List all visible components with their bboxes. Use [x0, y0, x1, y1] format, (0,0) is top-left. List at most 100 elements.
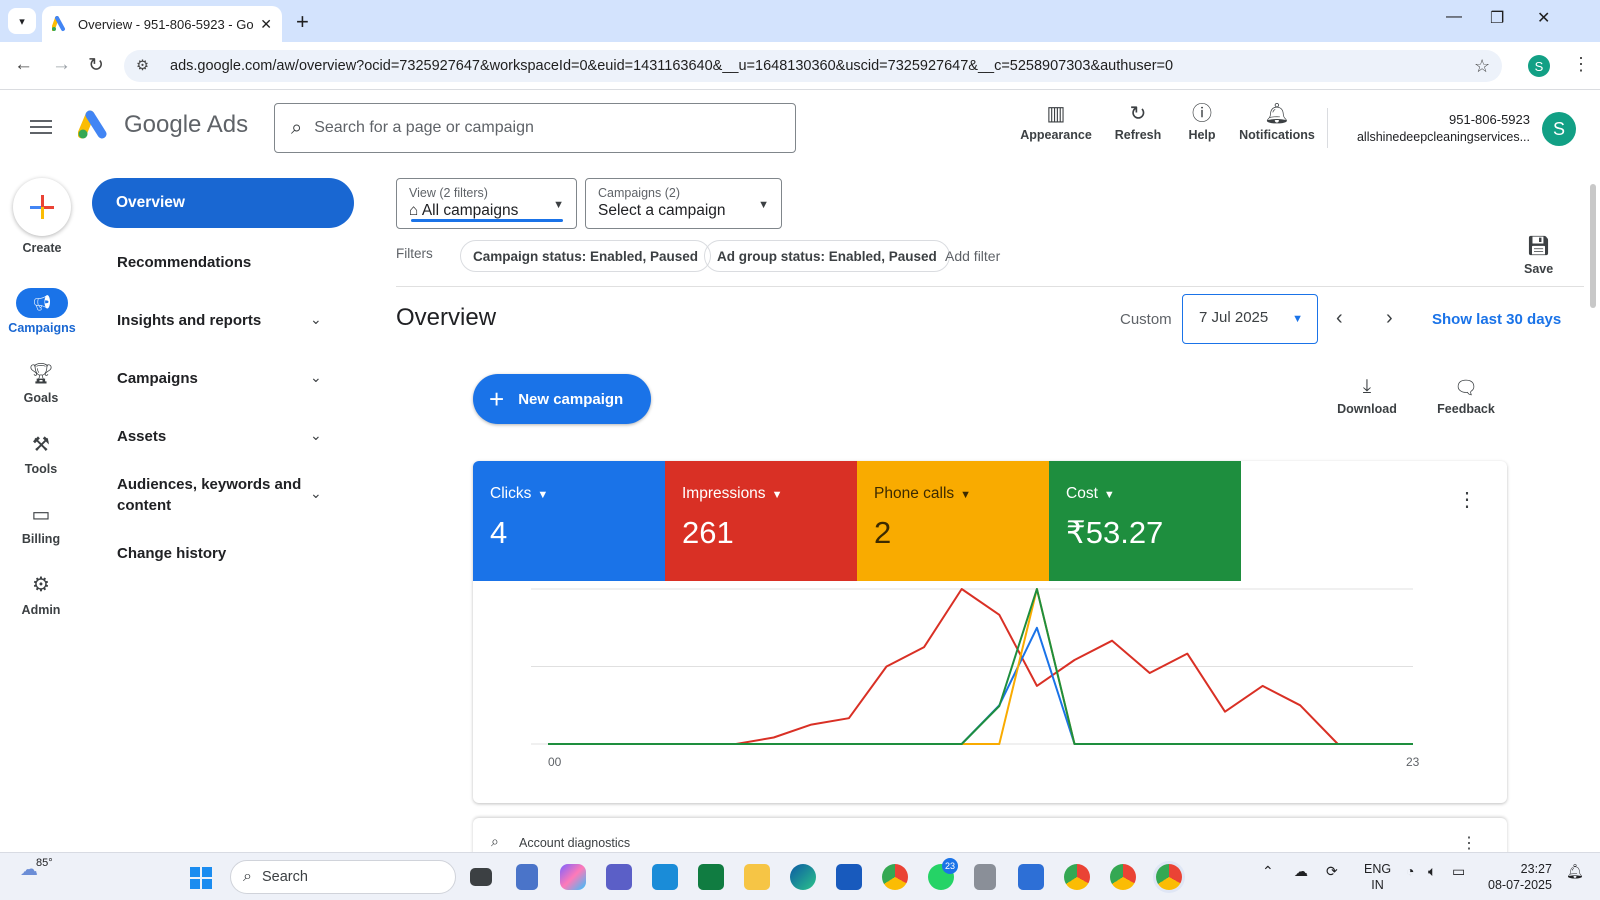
add-filter-button[interactable]: Add filter [945, 248, 1000, 264]
new-tab-button[interactable]: + [296, 9, 309, 35]
myhp-icon[interactable] [652, 864, 678, 890]
google-ads-logo[interactable]: Google Ads [78, 110, 248, 140]
notifications-button[interactable]: 🔔︎ Notifications [1234, 100, 1320, 142]
feedback-button[interactable]: 🗨︎ Feedback [1434, 376, 1498, 416]
hamburger-menu-icon[interactable] [30, 116, 52, 138]
store-icon[interactable] [1018, 864, 1044, 890]
plus-icon-v [41, 195, 44, 219]
save-button[interactable]: 💾︎ Save [1524, 234, 1553, 276]
chevron-down-icon[interactable]: ⌄ [310, 369, 322, 386]
campaigns-rail-button[interactable]: 📢︎ [16, 288, 68, 318]
chrome-icon[interactable] [882, 864, 908, 890]
appearance-button[interactable]: ▥ Appearance [1018, 100, 1094, 142]
reload-icon[interactable]: ↻ [88, 54, 104, 77]
address-bar[interactable]: ⚙ ads.google.com/aw/overview?ocid=732592… [124, 50, 1502, 82]
rail-campaigns-label[interactable]: Campaigns [2, 321, 82, 335]
chevron-down-icon[interactable]: ⌄ [310, 485, 322, 502]
onedrive-icon[interactable]: ☁ [1294, 863, 1308, 880]
gear-icon[interactable]: ⚙ [1, 572, 81, 597]
metric-tile-clicks[interactable]: Clicks ▼ 4 [473, 461, 665, 581]
site-info-icon[interactable]: ⚙ [136, 58, 154, 74]
nav-recommendations[interactable]: Recommendations [117, 252, 337, 273]
minimize-icon[interactable]: — [1446, 8, 1462, 26]
browser-tab-active[interactable]: Overview - 951-806-5923 - Goo ✕ [42, 6, 282, 42]
download-button[interactable]: ⤓ Download [1336, 376, 1398, 416]
restore-icon[interactable]: ❐ [1490, 8, 1504, 28]
copilot-icon[interactable] [560, 864, 586, 890]
browser-menu-icon[interactable]: ⋮ [1572, 54, 1590, 75]
search-input[interactable]: ⌕ Search for a page or campaign [274, 103, 796, 153]
nav-change-history[interactable]: Change history [117, 543, 337, 564]
close-window-icon[interactable]: ✕ [1537, 8, 1550, 28]
notepad-icon[interactable] [516, 864, 538, 890]
refresh-button[interactable]: ↻ Refresh [1110, 100, 1166, 142]
tab-search-button[interactable]: ▾ [8, 8, 36, 34]
next-date-icon[interactable]: › [1386, 307, 1393, 330]
nav-overview[interactable]: Overview [92, 178, 354, 228]
appearance-label: Appearance [1020, 128, 1092, 142]
volume-icon[interactable]: 🔈︎ [1428, 863, 1436, 880]
chevron-down-icon[interactable]: ⌄ [310, 427, 322, 444]
tab-close-icon[interactable]: ✕ [260, 16, 272, 33]
filter-chip-adgroup-status[interactable]: Ad group status: Enabled, Paused [704, 240, 950, 272]
file-explorer-icon[interactable] [744, 864, 770, 890]
notification-center-icon[interactable]: 🔔︎ [1566, 863, 1584, 880]
clock-time: 23:27 [1520, 862, 1552, 876]
chrome-profile-e-icon[interactable] [1110, 864, 1136, 890]
bookmark-star-icon[interactable]: ☆ [1474, 56, 1502, 77]
show-hidden-icons-icon[interactable]: ⌃ [1262, 863, 1274, 880]
rail-tools-label[interactable]: Tools [1, 462, 81, 476]
billing-card-icon[interactable]: ▭ [1, 502, 81, 527]
browser-profile-avatar[interactable]: S [1528, 55, 1550, 77]
language-indicator[interactable]: ENG IN [1364, 861, 1391, 893]
rail-billing-label[interactable]: Billing [1, 532, 81, 546]
page-scrollbar[interactable] [1588, 172, 1598, 852]
back-icon[interactable]: ← [14, 54, 33, 76]
edge-icon[interactable] [790, 864, 816, 890]
nav-assets[interactable]: Assets [117, 426, 337, 447]
rail-goals-label[interactable]: Goals [1, 391, 81, 405]
battery-icon[interactable]: ▭ [1452, 863, 1465, 880]
chrome-profile-icon[interactable] [1064, 864, 1090, 890]
save-label: Save [1524, 262, 1554, 276]
prev-date-icon[interactable]: ‹ [1336, 307, 1343, 330]
metric-tile-phone-calls[interactable]: Phone calls ▼ 2 [857, 461, 1049, 581]
create-button[interactable] [13, 178, 71, 236]
scrollbar-thumb[interactable] [1590, 184, 1596, 308]
user-avatar[interactable]: S [1542, 112, 1576, 146]
diagnostics-more-icon[interactable]: ⋮ [1461, 833, 1477, 853]
nav-campaigns[interactable]: Campaigns [117, 368, 337, 389]
word-icon[interactable] [836, 864, 862, 890]
windows-start-icon[interactable] [190, 867, 212, 889]
view-dropdown[interactable]: View (2 filters) ⌂ All campaigns ▼ [396, 178, 577, 229]
metric-tile-impressions[interactable]: Impressions ▼ 261 [665, 461, 857, 581]
trophy-icon[interactable]: 🏆︎ [1, 361, 81, 386]
nav-insights-reports[interactable]: Insights and reports [117, 310, 337, 331]
teams-icon[interactable] [606, 864, 632, 890]
filter-chip-campaign-status[interactable]: Campaign status: Enabled, Paused [460, 240, 712, 272]
account-switcher[interactable]: 951-806-5923 allshinedeepcleaningservice… [1340, 112, 1530, 144]
excel-icon[interactable] [698, 864, 724, 890]
date-value: 7 Jul 2025 [1199, 309, 1269, 326]
wifi-icon[interactable]: ◔ [1406, 863, 1414, 879]
nav-audiences[interactable]: Audiences, keywords and content [117, 474, 307, 516]
calculator-icon[interactable] [974, 864, 996, 890]
sync-icon[interactable]: ⟳ [1326, 863, 1338, 880]
rail-admin-label[interactable]: Admin [1, 603, 81, 617]
help-button[interactable]: ⓘ Help [1180, 100, 1224, 142]
forward-icon[interactable]: → [52, 54, 71, 76]
taskbar-search[interactable]: ⌕ Search [230, 860, 456, 894]
system-clock[interactable]: 23:27 08-07-2025 [1488, 861, 1552, 893]
campaign-dropdown[interactable]: Campaigns (2) Select a campaign ▼ [585, 178, 782, 229]
tools-icon[interactable]: ⚒ [1, 432, 81, 457]
task-view-icon[interactable] [470, 868, 492, 886]
new-campaign-button[interactable]: + New campaign [473, 374, 651, 424]
chrome-profile-s-icon[interactable] [1156, 864, 1182, 890]
card-more-icon[interactable]: ⋮ [1457, 487, 1477, 512]
chevron-down-icon[interactable]: ⌄ [310, 311, 322, 328]
show-last-30-days-link[interactable]: Show last 30 days [1432, 311, 1561, 328]
weather-widget[interactable]: ☁ 85° [20, 857, 53, 880]
metric-label: Phone calls ▼ [874, 485, 972, 502]
metric-tile-cost[interactable]: Cost ▼ ₹53.27 [1049, 461, 1241, 581]
date-picker[interactable]: 7 Jul 2025 ▼ [1182, 294, 1318, 344]
